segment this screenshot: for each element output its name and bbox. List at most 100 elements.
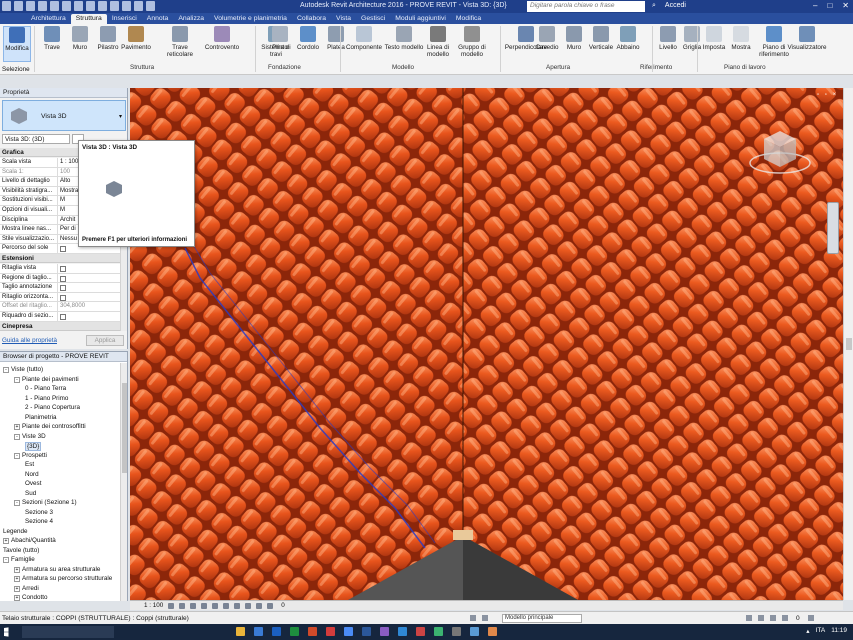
tree-item[interactable]: - Famiglie [3,556,35,563]
select-underlay-icon[interactable] [758,615,764,621]
tree-item[interactable]: + Condotto [14,594,48,601]
tree-item[interactable]: - Viste (tutto) [3,366,43,373]
collapse-icon[interactable]: - [14,452,20,459]
crop-icon[interactable] [223,602,230,609]
3d-view-icon[interactable] [98,1,107,11]
cavedio-button[interactable]: Cavedio [533,26,561,51]
app-icon[interactable] [434,627,443,636]
imposta-button[interactable]: Imposta [700,26,728,51]
tree-item[interactable]: Est [25,461,34,468]
tree-item[interactable]: Sud [25,490,36,497]
tree-item[interactable]: + Piante dei controsoffitti [14,423,86,430]
thin-lines-icon[interactable] [122,1,131,11]
property-row[interactable]: Offset del ritaglio... 304,8000 [0,302,120,312]
select-by-face-icon[interactable] [782,615,788,621]
tab-vista[interactable]: Vista [331,14,356,24]
tree-item[interactable]: + Arredi [14,585,39,592]
type-selector[interactable]: Vista 3D ▾ [2,100,126,131]
shadows-icon[interactable] [201,602,208,609]
apply-button[interactable]: Applica [86,335,124,346]
expand-icon[interactable]: + [14,585,20,592]
collapse-icon[interactable]: - [14,433,20,440]
visual-style-icon[interactable] [179,602,186,609]
trave-button[interactable]: Trave [38,26,66,51]
tree-item[interactable]: + Abachi/Quantità [3,537,56,544]
acrobat-icon[interactable] [326,627,335,636]
verticale-button[interactable]: Verticale [587,26,615,51]
quick-access-toolbar[interactable] [2,1,155,11]
onenote-icon[interactable] [380,627,389,636]
app-menu-icon[interactable] [2,1,11,11]
checkbox[interactable] [60,266,66,272]
measure-icon[interactable] [74,1,83,11]
powerpoint-icon[interactable] [308,627,317,636]
tree-item[interactable]: 1 - Piano Primo [25,395,68,402]
property-row[interactable]: Ritaglio orizzonta... [0,292,120,303]
tab-modifica[interactable]: Modifica [451,14,486,24]
expand-icon[interactable]: + [3,538,9,544]
property-row[interactable]: Riquadro di sezio... [0,312,120,322]
autocad-icon[interactable] [416,627,425,636]
plinto-button[interactable]: Plinto [266,26,294,51]
property-row[interactable]: Regione di taglio... [0,273,120,284]
tree-item[interactable]: Nord [25,471,39,478]
language-indicator[interactable]: ITA [816,627,826,635]
checkbox[interactable] [60,246,66,253]
checkbox[interactable] [60,275,66,282]
collapse-icon[interactable]: - [14,500,20,506]
editable-icon[interactable] [482,615,488,621]
network-icon[interactable]: ▴ [806,627,809,635]
section-estensioni[interactable]: Estensioni [0,254,120,263]
property-value[interactable] [58,274,120,283]
word-icon[interactable] [272,627,281,636]
app-icon[interactable] [470,627,479,636]
search-input[interactable]: Digitare parola chiave o frase [527,1,645,12]
collapse-icon[interactable]: - [3,557,9,563]
gruppo-di-modello-button[interactable]: Gruppo di modello [452,26,492,58]
text-icon[interactable] [86,1,95,11]
detail-level-icon[interactable] [168,602,175,609]
property-value[interactable]: 304,8000 [58,302,120,311]
controvento-button[interactable]: Controvento [205,26,239,51]
section-cinepresa[interactable]: Cinepresa [0,321,120,331]
worksharing-icon[interactable] [470,615,476,621]
edge-icon[interactable] [254,627,263,636]
reveal-hidden-icon[interactable] [267,602,274,609]
tree-item[interactable]: - Piante dei pavimenti [14,376,79,383]
expand-icon[interactable]: + [14,424,20,430]
viewport-scrollbar[interactable] [843,88,853,600]
switch-windows-icon[interactable] [146,1,155,11]
section-icon[interactable] [110,1,119,11]
tab-gestisci[interactable]: Gestisci [356,14,390,24]
explorer-icon[interactable] [236,627,245,636]
save-icon[interactable] [26,1,35,11]
tab-collabora[interactable]: Collabora [292,14,331,24]
redo-icon[interactable] [50,1,59,11]
temp-hide-icon[interactable] [256,602,263,609]
tree-item[interactable]: Ovest [25,480,41,487]
crop-region-icon[interactable] [234,602,241,609]
componente-button[interactable]: Componente [346,26,382,51]
select-links-icon[interactable] [746,615,752,621]
collapse-icon[interactable]: - [14,376,20,383]
undo-icon[interactable] [38,1,47,11]
chevron-down-icon[interactable]: ▾ [119,113,122,120]
tree-item[interactable]: Tavole (tutto) [3,547,39,554]
sign-in-button[interactable]: Accedi [665,2,686,10]
clock[interactable]: 11:19 [831,627,847,635]
minimize-icon[interactable]: – [813,1,817,10]
app-icon[interactable] [488,627,497,636]
tree-item[interactable]: + Armatura su percorso strutturale [14,575,112,582]
property-value[interactable] [58,312,120,321]
filter-icon[interactable] [808,615,814,621]
tree-item[interactable]: - Prospetti [14,452,47,459]
tree-item[interactable]: Sezione 4 [25,518,53,525]
outlook-icon[interactable] [362,627,371,636]
collapse-icon[interactable]: - [3,367,9,373]
chrome-icon[interactable] [344,627,353,636]
tree-item[interactable]: {3D} [25,442,42,451]
selection-dropdown[interactable]: Selezione [2,66,30,73]
cordolo-button[interactable]: Cordolo [294,26,322,51]
tab-analizza[interactable]: Analizza [173,14,209,24]
lock-icon[interactable] [245,602,252,609]
